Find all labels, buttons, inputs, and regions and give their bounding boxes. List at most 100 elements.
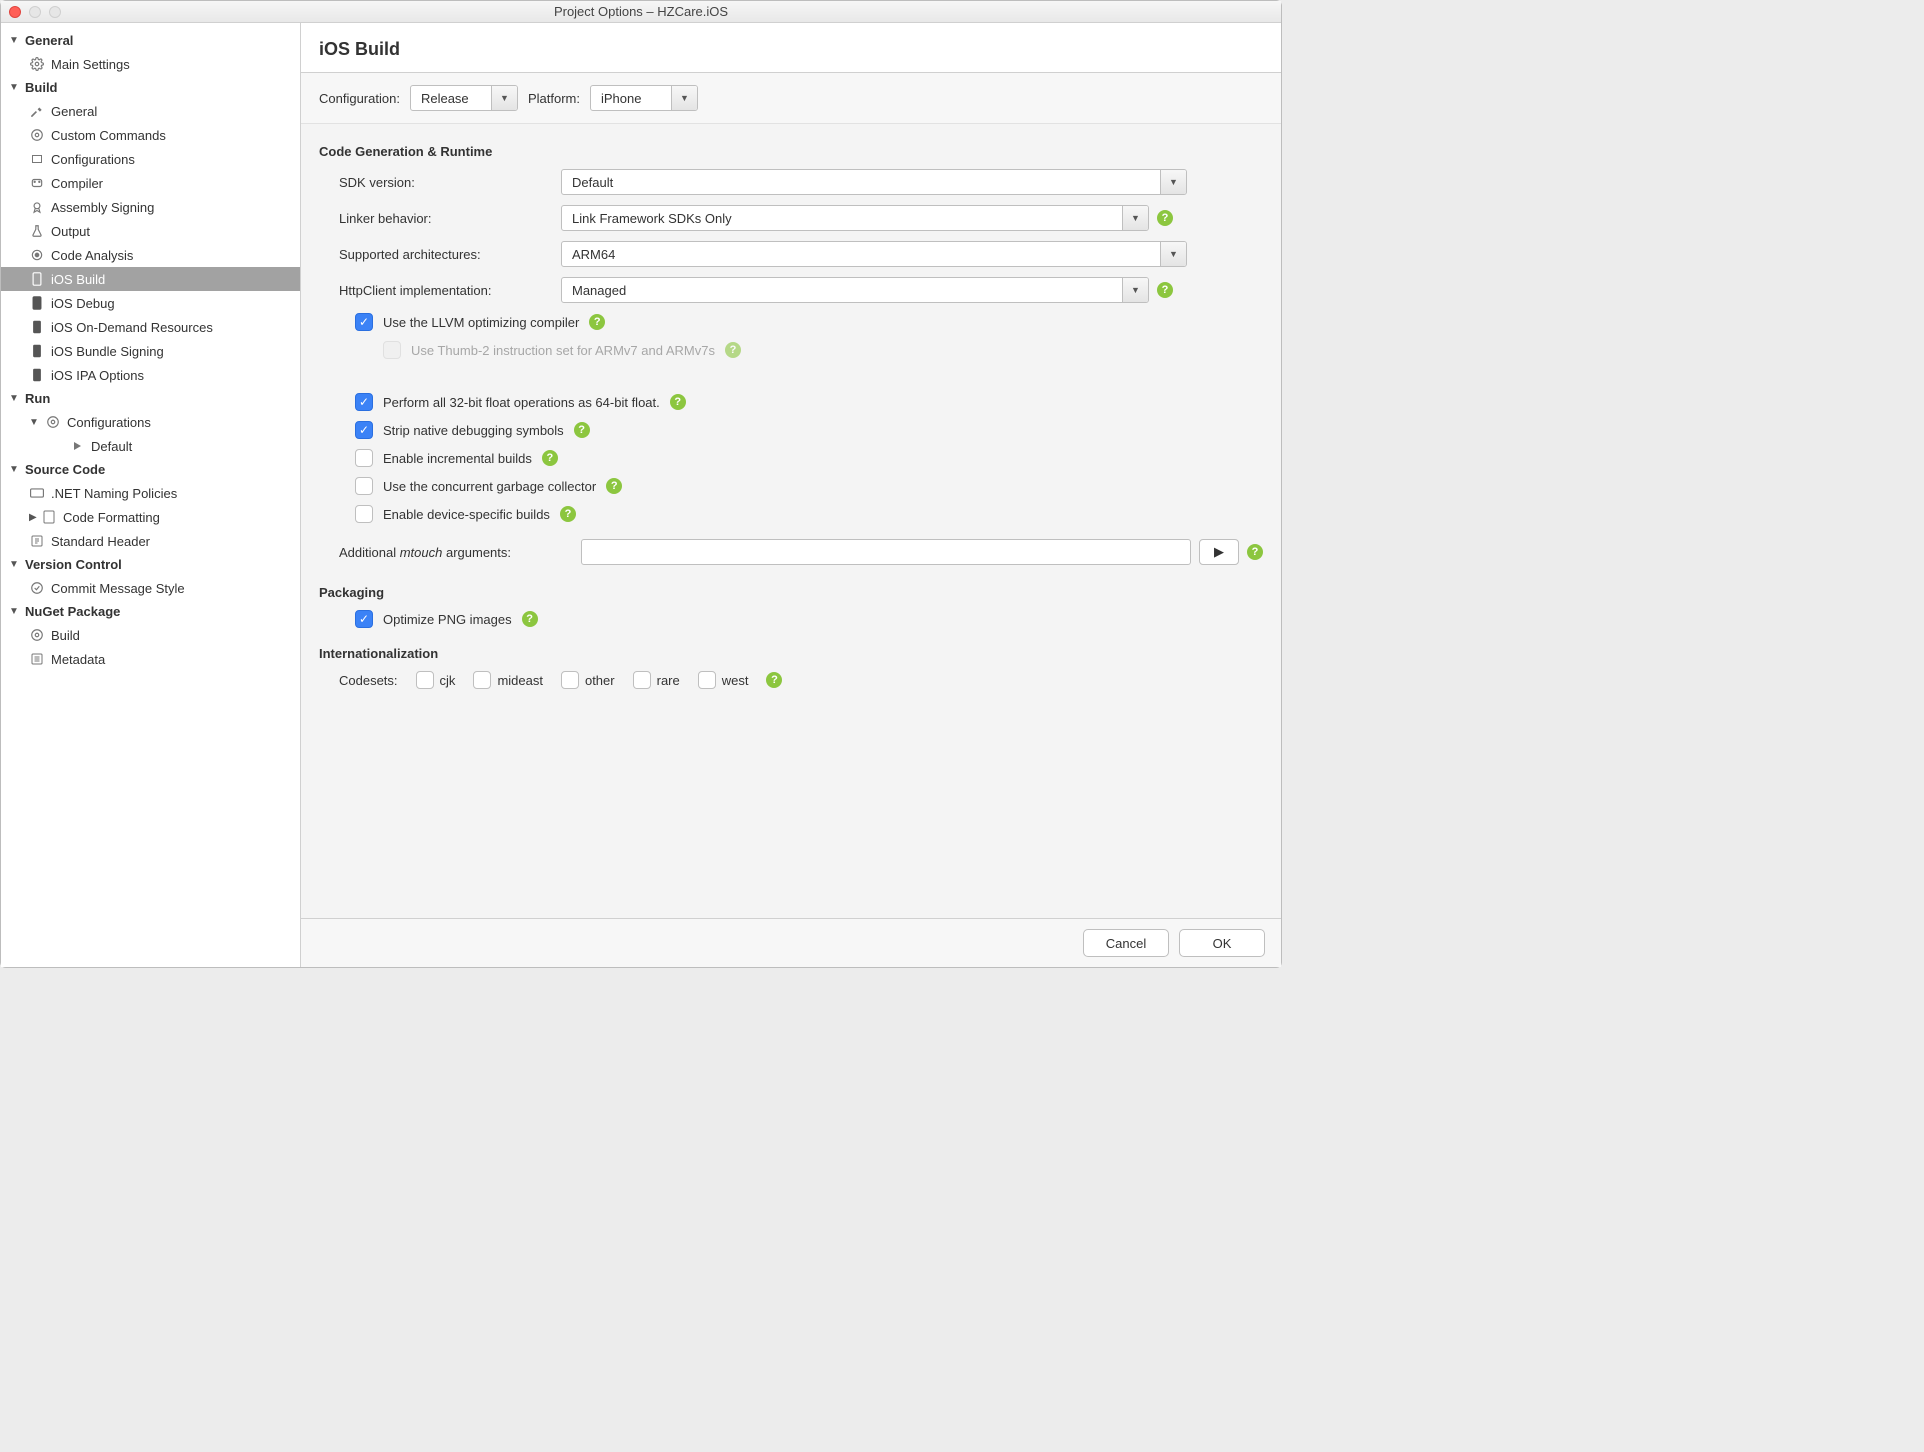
chevron-down-icon: ▼: [29, 417, 39, 428]
check-circle-icon: [29, 580, 45, 596]
label: Run: [25, 391, 50, 406]
help-icon[interactable]: ?: [542, 450, 558, 466]
close-window-button[interactable]: [9, 6, 21, 18]
sidebar-item-ios-build[interactable]: iOS Build: [1, 267, 300, 291]
checkbox-other[interactable]: other: [561, 671, 615, 689]
label: iOS Debug: [51, 296, 115, 311]
help-icon[interactable]: ?: [725, 342, 741, 358]
checkbox-icon: [355, 313, 373, 331]
minimize-window-button[interactable]: [29, 6, 41, 18]
sidebar-section-build[interactable]: ▼ Build: [1, 76, 300, 99]
sdk-select[interactable]: Default ▼: [561, 169, 1187, 195]
label: Configurations: [67, 415, 151, 430]
row-mtouch: Additional mtouch arguments: ▶ ?: [319, 539, 1263, 565]
sidebar-item-standard-header[interactable]: Standard Header: [1, 529, 300, 553]
checkbox-west[interactable]: west: [698, 671, 749, 689]
hammer-icon: [29, 103, 45, 119]
linker-select[interactable]: Link Framework SDKs Only ▼: [561, 205, 1149, 231]
help-icon[interactable]: ?: [560, 506, 576, 522]
sidebar-section-version-control[interactable]: ▼ Version Control: [1, 553, 300, 576]
label: Use Thumb-2 instruction set for ARMv7 an…: [411, 343, 715, 358]
checkbox-icon: [355, 421, 373, 439]
zoom-window-button[interactable]: [49, 6, 61, 18]
gear-icon: [29, 56, 45, 72]
sidebar-section-general[interactable]: ▼ General: [1, 29, 300, 52]
mtouch-input[interactable]: [581, 539, 1191, 565]
cancel-button[interactable]: Cancel: [1083, 929, 1169, 957]
label: Source Code: [25, 462, 105, 477]
target-icon: [29, 247, 45, 263]
http-select[interactable]: Managed ▼: [561, 277, 1149, 303]
page-header: iOS Build: [301, 23, 1281, 73]
label: mideast: [497, 673, 543, 688]
sidebar-item-commit-style[interactable]: Commit Message Style: [1, 576, 300, 600]
checkbox-mideast[interactable]: mideast: [473, 671, 543, 689]
help-icon[interactable]: ?: [574, 422, 590, 438]
help-icon[interactable]: ?: [670, 394, 686, 410]
sidebar-item-code-analysis[interactable]: Code Analysis: [1, 243, 300, 267]
sidebar-item-nuget-build[interactable]: Build: [1, 623, 300, 647]
device-icon: [29, 319, 45, 335]
sidebar-item-ios-ondemand[interactable]: iOS On-Demand Resources: [1, 315, 300, 339]
document-icon: [41, 509, 57, 525]
label: Use the concurrent garbage collector: [383, 479, 596, 494]
sidebar-item-code-formatting[interactable]: ▶ Code Formatting: [1, 505, 300, 529]
sidebar-section-nuget[interactable]: ▼ NuGet Package: [1, 600, 300, 623]
sidebar-item-compiler[interactable]: Compiler: [1, 171, 300, 195]
help-icon[interactable]: ?: [606, 478, 622, 494]
chevron-down-icon: ▼: [671, 86, 697, 110]
sidebar-item-nuget-metadata[interactable]: Metadata: [1, 647, 300, 671]
label: other: [585, 673, 615, 688]
sidebar-item-run-default[interactable]: Default: [1, 434, 300, 458]
sidebar-item-custom-commands[interactable]: Custom Commands: [1, 123, 300, 147]
checkbox-device-specific[interactable]: Enable device-specific builds ?: [355, 505, 1263, 523]
checkbox-strip-symbols[interactable]: Strip native debugging symbols ?: [355, 421, 1263, 439]
sidebar-item-configurations[interactable]: Configurations: [1, 147, 300, 171]
help-icon[interactable]: ?: [589, 314, 605, 330]
linker-label: Linker behavior:: [319, 211, 549, 226]
checkbox-float64[interactable]: Perform all 32-bit float operations as 6…: [355, 393, 1263, 411]
chevron-down-icon: ▼: [9, 82, 19, 93]
checkbox-incremental[interactable]: Enable incremental builds ?: [355, 449, 1263, 467]
sidebar-item-ios-debug[interactable]: iOS Debug: [1, 291, 300, 315]
help-icon[interactable]: ?: [522, 611, 538, 627]
help-icon[interactable]: ?: [1157, 210, 1173, 226]
sidebar-item-ios-ipa-options[interactable]: iOS IPA Options: [1, 363, 300, 387]
sidebar-item-main-settings[interactable]: Main Settings: [1, 52, 300, 76]
checkbox-gc[interactable]: Use the concurrent garbage collector ?: [355, 477, 1263, 495]
play-icon: [69, 438, 85, 454]
gear-icon: [29, 127, 45, 143]
help-icon[interactable]: ?: [1157, 282, 1173, 298]
checkbox-icon: [383, 341, 401, 359]
label: Custom Commands: [51, 128, 166, 143]
label: Use the LLVM optimizing compiler: [383, 315, 579, 330]
sidebar-item-output[interactable]: Output: [1, 219, 300, 243]
label: General: [51, 104, 97, 119]
sidebar-item-naming-policies[interactable]: .NET Naming Policies: [1, 481, 300, 505]
sidebar-item-build-general[interactable]: General: [1, 99, 300, 123]
sidebar-section-run[interactable]: ▼ Run: [1, 387, 300, 410]
expand-button[interactable]: ▶: [1199, 539, 1239, 565]
checkbox-llvm[interactable]: Use the LLVM optimizing compiler ?: [355, 313, 1263, 331]
chevron-down-icon: ▼: [9, 464, 19, 475]
box-icon: [29, 151, 45, 167]
checkbox-cjk[interactable]: cjk: [416, 671, 456, 689]
checkbox-optimize-png[interactable]: Optimize PNG images ?: [355, 610, 1263, 628]
help-icon[interactable]: ?: [1247, 544, 1263, 560]
gear-icon: [29, 627, 45, 643]
sidebar-item-run-configurations[interactable]: ▼ Configurations: [1, 410, 300, 434]
configuration-select[interactable]: Release ▼: [410, 85, 518, 111]
sidebar-section-source-code[interactable]: ▼ Source Code: [1, 458, 300, 481]
list-icon: [29, 651, 45, 667]
checkbox-rare[interactable]: rare: [633, 671, 680, 689]
mtouch-label: Additional mtouch arguments:: [319, 545, 569, 560]
abc-icon: [29, 485, 45, 501]
ok-button[interactable]: OK: [1179, 929, 1265, 957]
sidebar-item-ios-bundle-signing[interactable]: iOS Bundle Signing: [1, 339, 300, 363]
arch-select[interactable]: ARM64 ▼: [561, 241, 1187, 267]
help-icon[interactable]: ?: [766, 672, 782, 688]
platform-select[interactable]: iPhone ▼: [590, 85, 698, 111]
label: NuGet Package: [25, 604, 120, 619]
chevron-down-icon: ▼: [491, 86, 517, 110]
sidebar-item-assembly-signing[interactable]: Assembly Signing: [1, 195, 300, 219]
